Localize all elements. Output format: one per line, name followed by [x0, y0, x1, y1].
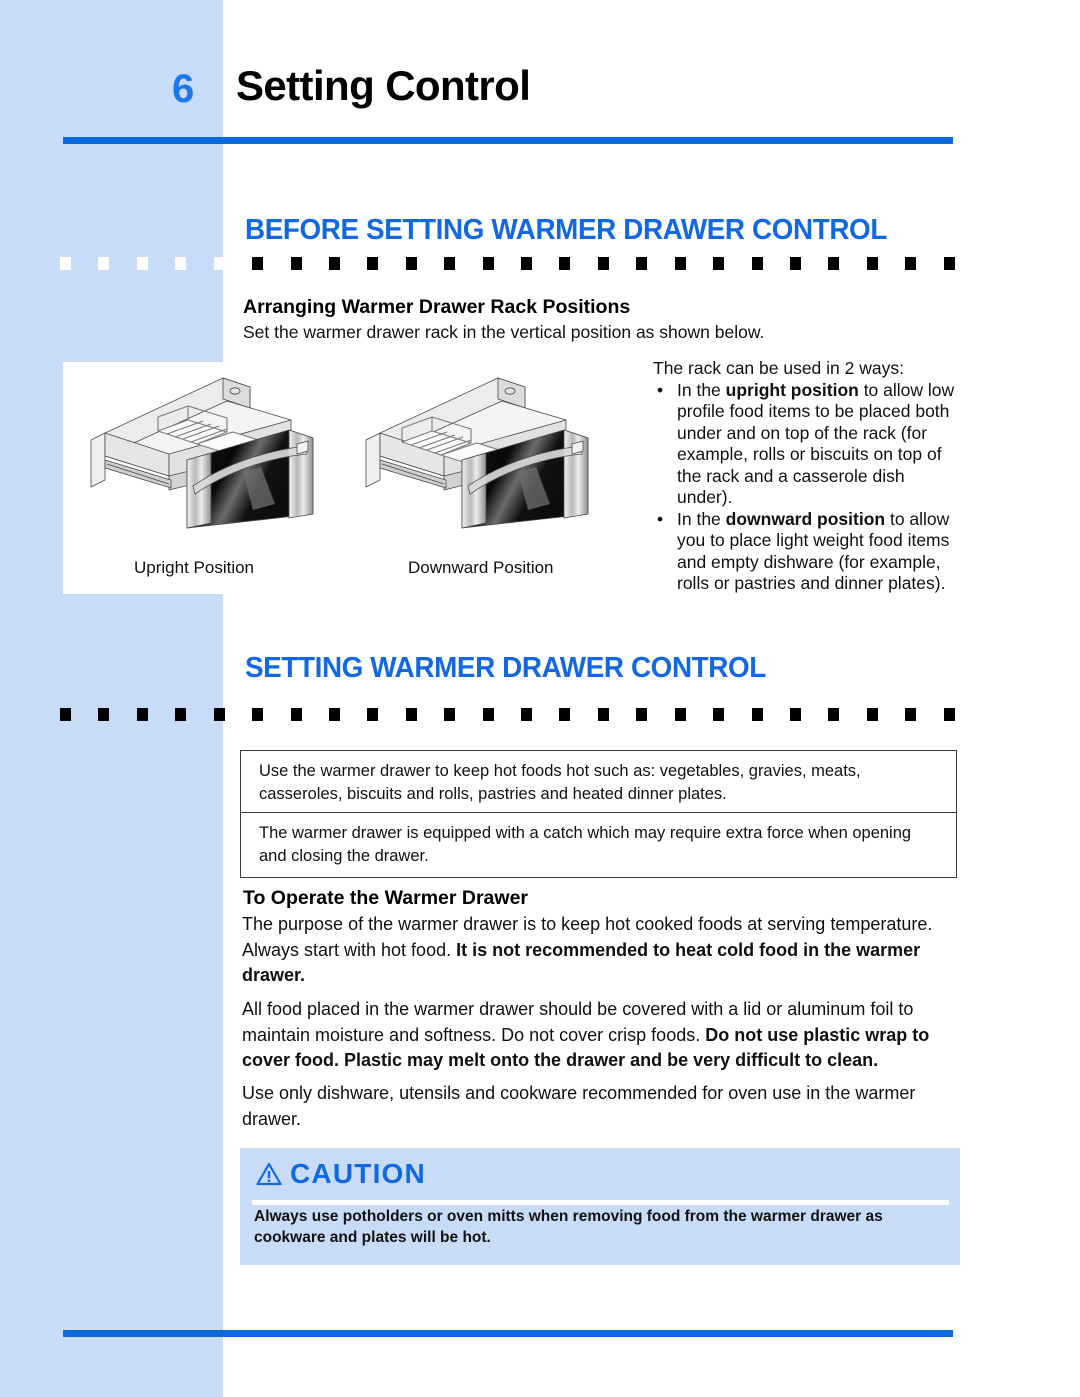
- item-lead: In the: [677, 508, 726, 529]
- divider-square: [521, 708, 533, 721]
- divider-square: [751, 257, 763, 270]
- section-heading-before-setting: BEFORE SETTING WARMER DRAWER CONTROL: [245, 214, 887, 246]
- divider-square: [213, 257, 225, 270]
- divider-square: [674, 708, 686, 721]
- rack-usage-intro: The rack can be used in 2 ways:: [653, 358, 904, 378]
- dotted-divider-2: [60, 707, 955, 722]
- divider-square: [674, 257, 686, 270]
- caution-box: CAUTION Always use potholders or oven mi…: [240, 1148, 960, 1265]
- caution-title: CAUTION: [290, 1158, 426, 1189]
- divider-square: [328, 708, 340, 721]
- bullet-glyph: •: [657, 379, 664, 400]
- divider-square: [405, 708, 417, 721]
- divider-square: [136, 257, 148, 270]
- divider-square: [790, 257, 802, 270]
- divider-square: [943, 708, 955, 721]
- divider-square: [521, 257, 533, 270]
- divider-square: [828, 257, 840, 270]
- divider-square: [405, 257, 417, 270]
- caption-downward-position: Downward Position: [408, 558, 554, 577]
- caption-upright-position: Upright Position: [134, 558, 255, 577]
- divider-square: [943, 257, 955, 270]
- divider-square: [252, 257, 264, 270]
- item-bold: downward position: [725, 508, 886, 529]
- note-box-drawer-catch: The warmer drawer is equipped with a cat…: [240, 812, 957, 878]
- page-number: 6: [172, 67, 194, 111]
- divider-square: [60, 708, 71, 721]
- divider-square: [713, 257, 725, 270]
- divider-square: [98, 708, 110, 721]
- divider-square: [444, 708, 456, 721]
- divider-square: [482, 257, 494, 270]
- divider-square: [482, 708, 494, 721]
- divider-square: [175, 708, 187, 721]
- caution-header: CAUTION: [256, 1158, 426, 1190]
- page-title: Setting Control: [236, 62, 531, 109]
- divider-square: [866, 708, 878, 721]
- divider-square: [98, 257, 110, 270]
- divider-square: [828, 708, 840, 721]
- bullet-glyph: •: [657, 508, 664, 529]
- divider-square: [713, 708, 725, 721]
- caution-text: Always use potholders or oven mitts when…: [254, 1208, 883, 1246]
- divider-square: [790, 708, 802, 721]
- header-rule: [63, 137, 953, 144]
- rack-usage-items: • In the upright position to allow low pr…: [653, 380, 963, 595]
- document-page: 6 Setting Control BEFORE SETTING WARMER …: [0, 0, 1080, 1397]
- divider-square: [213, 708, 225, 721]
- caution-divider: [252, 1200, 949, 1205]
- divider-square: [559, 257, 571, 270]
- divider-square: [136, 708, 148, 721]
- divider-square: [559, 708, 571, 721]
- illustration-downward-drawer: [350, 368, 636, 538]
- note-box-keep-hot-foods: Use the warmer drawer to keep hot foods …: [240, 750, 957, 816]
- para-plain: Use only dishware, utensils and cookware…: [242, 1083, 916, 1129]
- divider-square: [597, 708, 609, 721]
- divider-square: [367, 708, 379, 721]
- item-bold: upright position: [725, 379, 859, 400]
- section-heading-setting-control: SETTING WARMER DRAWER CONTROL: [245, 652, 766, 684]
- divider-square: [444, 257, 456, 270]
- left-blue-band: [0, 0, 223, 1397]
- divider-square: [905, 708, 917, 721]
- divider-square: [636, 708, 648, 721]
- text-set-rack-vertical: Set the warmer drawer rack in the vertic…: [243, 322, 765, 342]
- paragraph-dishware: Use only dishware, utensils and cookware…: [242, 1081, 960, 1132]
- divider-square: [597, 257, 609, 270]
- divider-square: [60, 257, 71, 270]
- divider-square: [905, 257, 917, 270]
- divider-square: [751, 708, 763, 721]
- warning-triangle-icon: [256, 1162, 282, 1186]
- divider-square: [175, 257, 187, 270]
- paragraph-covering-food: All food placed in the warmer drawer sho…: [242, 997, 960, 1074]
- subheading-arranging-rack-positions: Arranging Warmer Drawer Rack Positions: [243, 296, 631, 318]
- rack-usage-list: The rack can be used in 2 ways: • In the …: [653, 358, 963, 595]
- illustration-upright-drawer: [75, 368, 361, 538]
- divider-square: [636, 257, 648, 270]
- divider-square: [290, 708, 302, 721]
- divider-square: [290, 257, 302, 270]
- item-lead: In the: [677, 379, 726, 400]
- paragraph-purpose: The purpose of the warmer drawer is to k…: [242, 912, 960, 989]
- list-item: • In the downward position to allow you t…: [653, 509, 963, 595]
- divider-square: [252, 708, 264, 721]
- footer-rule: [63, 1330, 953, 1337]
- divider-square: [328, 257, 340, 270]
- divider-square: [367, 257, 379, 270]
- dotted-divider-1: [60, 256, 955, 271]
- divider-square: [866, 257, 878, 270]
- list-item: • In the upright position to allow low pr…: [653, 380, 963, 509]
- subheading-to-operate-warmer-drawer: To Operate the Warmer Drawer: [243, 887, 528, 909]
